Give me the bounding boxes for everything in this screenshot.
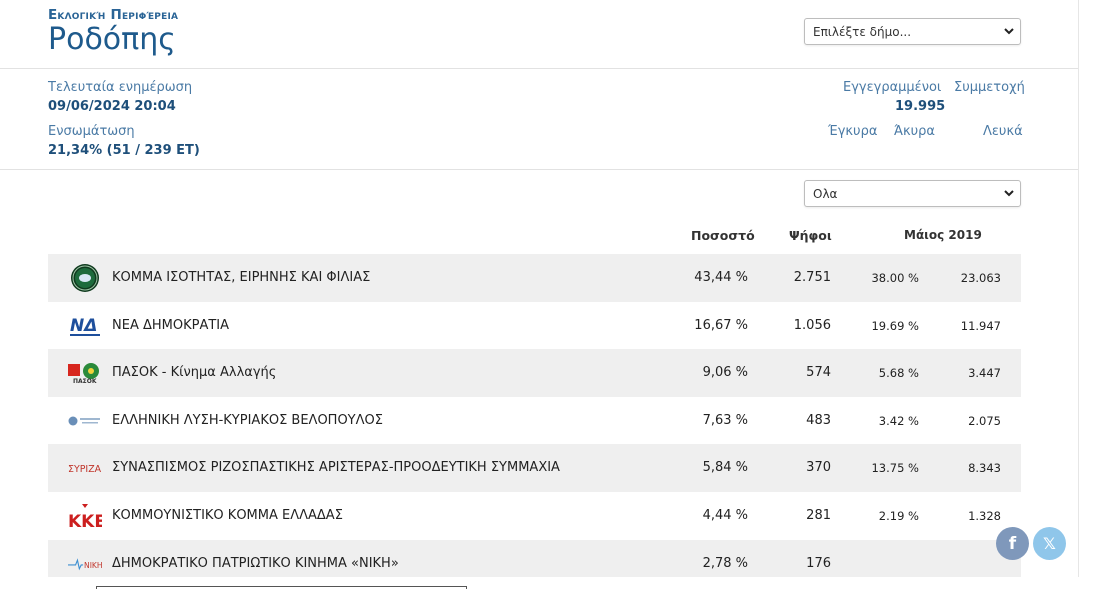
table-row: ΚΟΜΜΑ ΙΣΟΤΗΤΑΣ, ΕΙΡΗΝΗΣ ΚΑΙ ΦΙΛΙΑΣ 43,44… xyxy=(48,254,1021,302)
table-row: ΝΔ ΝΕΑ ΔΗΜΟΚΡΑΤΙΑ 16,67 % 1.056 19.69 % … xyxy=(48,302,1021,350)
party-percent: 2,78 % xyxy=(702,555,748,571)
party-name: ΕΛΛΗΝΙΚΗ ΛΥΣΗ-ΚΥΡΙΑΚΟΣ ΒΕΛΟΠΟΥΛΟΣ xyxy=(112,412,383,428)
party-votes: 2.751 xyxy=(793,270,831,285)
svg-text:ΚΚΕ: ΚΚΕ xyxy=(68,512,102,530)
party-votes: 176 xyxy=(806,555,831,571)
party-votes-2019: 3.447 xyxy=(968,366,1001,381)
party-votes: 281 xyxy=(806,507,831,523)
party-percent: 16,67 % xyxy=(694,317,748,333)
chevron-down-icon xyxy=(1004,190,1014,197)
party-percent: 7,63 % xyxy=(702,412,748,428)
party-percent: 9,06 % xyxy=(702,365,748,381)
kke-logo-icon: ΚΚΕ xyxy=(68,502,102,530)
party-votes: 574 xyxy=(806,365,831,381)
region-label: Εκλογική Περιφέρεια xyxy=(48,7,179,23)
party-votes-2019: 2.075 xyxy=(968,413,1001,428)
party-percent: 43,44 % xyxy=(694,270,748,285)
stats-panel: Τελευταία ενημέρωση 09/06/2024 20:04 Ενσ… xyxy=(0,69,1078,170)
page-title: Ροδόπης xyxy=(48,22,176,57)
party-percent-2019: 38.00 % xyxy=(871,271,919,285)
party-percent-2019: 3.42 % xyxy=(878,413,919,428)
party-name: ΣΥΝΑΣΠΙΣΜΟΣ ΡΙΖΟΣΠΑΣΤΙΚΗΣ ΑΡΙΣΤΕΡΑΣ-ΠΡΟΟ… xyxy=(112,460,560,476)
party-percent: 5,84 % xyxy=(702,460,748,476)
incorporation-value: 21,34% (51 / 239 ΕΤ) xyxy=(48,143,200,158)
header-percent: Ποσοστό xyxy=(691,228,755,243)
party-percent: 4,44 % xyxy=(702,507,748,523)
svg-text:ΝΔ: ΝΔ xyxy=(70,316,97,336)
party-percent-2019: 2.19 % xyxy=(878,508,919,523)
facebook-icon: f xyxy=(1008,533,1017,554)
party-name: ΔΗΜΟΚΡΑΤΙΚΟ ΠΑΤΡΙΩΤΙΚΟ ΚΙΝΗΜΑ «ΝΙΚΗ» xyxy=(112,555,399,571)
table-row: ΚΚΕ ΚΟΜΜΟΥΝΙΣΤΙΚΟ ΚΟΜΜΑ ΕΛΛΑΔΑΣ 4,44 % 2… xyxy=(48,492,1021,540)
facebook-share-button[interactable]: f xyxy=(996,527,1029,560)
party-votes: 1.056 xyxy=(793,317,831,333)
table-row: ΝΙΚΗ ΔΗΜΟΚΡΑΤΙΚΟ ΠΑΤΡΙΩΤΙΚΟ ΚΙΝΗΜΑ «ΝΙΚΗ… xyxy=(48,539,1021,577)
party-votes-2019: 11.947 xyxy=(960,318,1001,333)
party-name: ΝΕΑ ΔΗΜΟΚΡΑΤΙΑ xyxy=(112,317,230,333)
svg-text:ΣΥΡΙΖΑ: ΣΥΡΙΖΑ xyxy=(68,464,102,475)
party-votes-2019: 1.328 xyxy=(968,508,1001,523)
svg-text:ΠΑΣΟΚ: ΠΑΣΟΚ xyxy=(73,378,97,384)
party-name: ΠΑΣΟΚ - Κίνημα Αλλαγής xyxy=(112,365,277,381)
registered-value: 19.995 xyxy=(895,99,946,114)
last-update-label: Τελευταία ενημέρωση xyxy=(48,80,193,95)
blank-label: Λευκά xyxy=(983,124,1023,139)
party-name: ΚΟΜΜΟΥΝΙΣΤΙΚΟ ΚΟΜΜΑ ΕΛΛΑΔΑΣ xyxy=(112,507,343,523)
table-row: ΠΑΣΟΚ ΠΑΣΟΚ - Κίνημα Αλλαγής 9,06 % 574 … xyxy=(48,349,1021,397)
niki-logo-icon: ΝΙΚΗ xyxy=(68,550,102,577)
invalid-label: Άκυρα xyxy=(894,124,936,139)
party-votes: 483 xyxy=(806,412,831,428)
elliniki-lysi-logo-icon xyxy=(68,407,102,435)
last-update-value: 09/06/2024 20:04 xyxy=(48,99,176,114)
pasok-logo-icon: ΠΑΣΟΚ xyxy=(68,359,102,387)
page-header: Εκλογική Περιφέρεια Ροδόπης Επιλέξτε δήμ… xyxy=(0,0,1078,69)
party-name: ΚΟΜΜΑ ΙΣΟΤΗΤΑΣ, ΕΙΡΗΝΗΣ ΚΑΙ ΦΙΛΙΑΣ xyxy=(112,270,371,285)
filter-select-value: Ολα xyxy=(813,187,838,201)
party-percent-2019: 13.75 % xyxy=(871,461,919,476)
x-icon: 𝕏 xyxy=(1043,534,1056,553)
registered-label: Εγγεγραμμένοι xyxy=(843,80,942,95)
participation-label: Συμμετοχή xyxy=(954,80,1025,95)
chevron-down-icon xyxy=(1004,28,1014,35)
results-table: ΚΟΜΜΑ ΙΣΟΤΗΤΑΣ, ΕΙΡΗΝΗΣ ΚΑΙ ΦΙΛΙΑΣ 43,44… xyxy=(48,254,1021,577)
party-votes: 370 xyxy=(806,460,831,476)
header-votes: Ψήφοι xyxy=(789,228,832,243)
svg-text:ΝΙΚΗ: ΝΙΚΗ xyxy=(84,560,102,569)
syriza-logo-icon: ΣΥΡΙΖΑ xyxy=(68,454,102,482)
party-votes-2019: 23.063 xyxy=(960,271,1001,285)
party-votes-2019: 8.343 xyxy=(968,461,1001,476)
filter-select[interactable]: Ολα xyxy=(804,180,1021,207)
results-page: Εκλογική Περιφέρεια Ροδόπης Επιλέξτε δήμ… xyxy=(0,0,1079,577)
dimos-select-value: Επιλέξτε δήμο... xyxy=(813,25,912,39)
nd-logo-icon: ΝΔ xyxy=(68,312,102,340)
incorporation-label: Ενσωμάτωση xyxy=(48,124,135,139)
dimos-select[interactable]: Επιλέξτε δήμο... xyxy=(804,18,1021,45)
table-row: ΣΥΡΙΖΑ ΣΥΝΑΣΠΙΣΜΟΣ ΡΙΖΟΣΠΑΣΤΙΚΗΣ ΑΡΙΣΤΕΡ… xyxy=(48,444,1021,492)
valid-label: Έγκυρα xyxy=(828,124,878,139)
party-percent-2019: 19.69 % xyxy=(871,318,919,333)
x-share-button[interactable]: 𝕏 xyxy=(1033,527,1066,560)
party-percent-2019: 5.68 % xyxy=(878,366,919,381)
header-prev-election: Μάιος 2019 xyxy=(904,228,982,242)
table-row: ΕΛΛΗΝΙΚΗ ΛΥΣΗ-ΚΥΡΙΑΚΟΣ ΒΕΛΟΠΟΥΛΟΣ 7,63 %… xyxy=(48,397,1021,445)
keif-logo-icon xyxy=(68,264,102,292)
